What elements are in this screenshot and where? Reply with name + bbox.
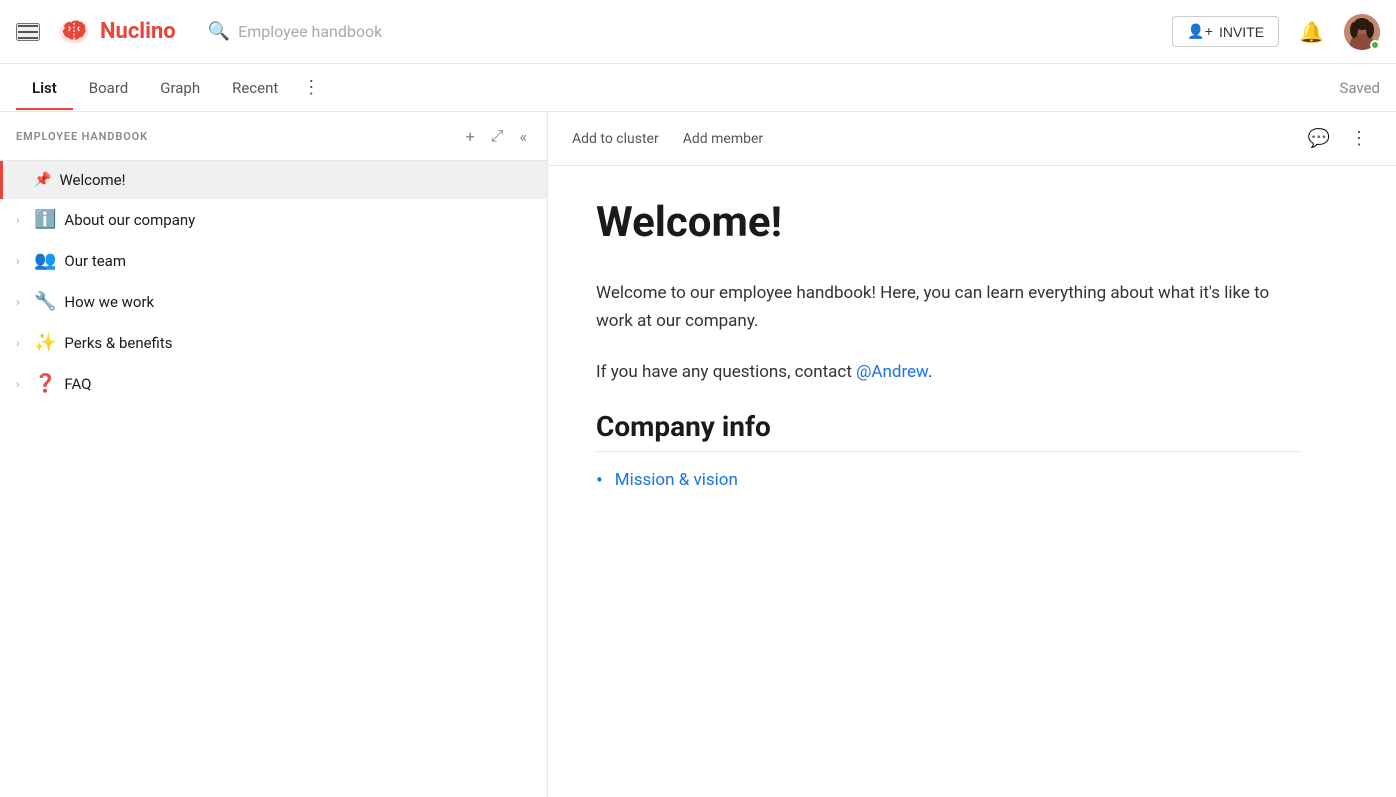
main-layout: EMPLOYEE HANDBOOK + ⤢ « 📌 Welcome! › ℹ️ …	[0, 112, 1396, 797]
logo-text: Nuclino	[100, 19, 176, 44]
comments-button[interactable]: 💬	[1304, 124, 1334, 153]
tabs-bar: List Board Graph Recent ⋮ Saved	[0, 64, 1396, 112]
sidebar-item-label: FAQ	[64, 375, 518, 393]
item-emoji: ❓	[34, 373, 56, 394]
search-placeholder: Employee handbook	[238, 22, 382, 41]
sidebar-item-label: About our company	[64, 211, 518, 229]
sidebar-item-how-we-work[interactable]: › 🔧 How we work ☐	[0, 281, 547, 322]
sidebar-item-label: How we work	[64, 293, 518, 311]
paragraph-2-prefix: If you have any questions, contact	[596, 362, 856, 382]
search-area: 🔍 Employee handbook	[208, 21, 708, 42]
mission-vision-item[interactable]: • Mission & vision	[596, 468, 1300, 492]
andrew-link[interactable]: @Andrew	[856, 362, 928, 382]
page-title: Welcome!	[596, 198, 1300, 248]
chevron-icon: ›	[16, 213, 28, 227]
chevron-icon: ›	[16, 295, 28, 309]
mission-vision-link[interactable]: Mission & vision	[615, 470, 738, 490]
add-to-cluster-button[interactable]: Add to cluster	[572, 127, 659, 151]
content-area: Add to cluster Add member 💬 ⋮ Welcome! W…	[548, 112, 1396, 797]
chevron-icon: ›	[16, 336, 28, 350]
bullet-dot: •	[596, 468, 603, 492]
add-person-icon: 👤+	[1187, 23, 1213, 40]
expand-button[interactable]: ⤢	[487, 124, 508, 148]
item-emoji: ✨	[34, 332, 56, 353]
sidebar: EMPLOYEE HANDBOOK + ⤢ « 📌 Welcome! › ℹ️ …	[0, 112, 548, 797]
content-toolbar-right: 💬 ⋮	[1304, 124, 1372, 153]
tabs-more-button[interactable]: ⋮	[294, 65, 328, 110]
saved-label: Saved	[1339, 79, 1380, 97]
sidebar-item-perks[interactable]: › ✨ Perks & benefits ☐	[0, 322, 547, 363]
paragraph-2-suffix: .	[928, 362, 932, 382]
logo[interactable]: Nuclino	[56, 14, 176, 50]
content-toolbar: Add to cluster Add member 💬 ⋮	[548, 112, 1396, 166]
sidebar-actions: + ⤢ «	[462, 124, 531, 148]
paragraph-2: If you have any questions, contact @Andr…	[596, 359, 1300, 386]
tab-recent[interactable]: Recent	[216, 67, 294, 109]
tab-board[interactable]: Board	[73, 67, 144, 109]
item-emoji: ℹ️	[34, 209, 56, 230]
add-member-button[interactable]: Add member	[683, 127, 763, 151]
search-icon: 🔍	[208, 21, 230, 42]
online-indicator	[1370, 40, 1380, 50]
collapse-button[interactable]: «	[515, 125, 531, 148]
sidebar-item-about[interactable]: › ℹ️ About our company ☐	[0, 199, 547, 240]
sidebar-item-welcome[interactable]: 📌 Welcome!	[0, 161, 547, 199]
sidebar-header: EMPLOYEE HANDBOOK + ⤢ «	[0, 112, 547, 161]
item-emoji: 🔧	[34, 291, 56, 312]
chevron-icon: ›	[16, 254, 28, 268]
tab-graph[interactable]: Graph	[144, 67, 216, 109]
paragraph-1: Welcome to our employee handbook! Here, …	[596, 280, 1300, 334]
item-emoji: 👥	[34, 250, 56, 271]
content-body: Welcome! Welcome to our employee handboo…	[548, 166, 1348, 524]
invite-button[interactable]: 👤+ INVITE	[1172, 16, 1279, 47]
sidebar-title: EMPLOYEE HANDBOOK	[16, 130, 148, 143]
sidebar-item-faq[interactable]: › ❓ FAQ ☐	[0, 363, 547, 404]
sidebar-item-label: Welcome!	[59, 171, 531, 189]
add-item-button[interactable]: +	[462, 125, 479, 148]
nav-right: 👤+ INVITE 🔔	[1172, 14, 1380, 50]
notification-bell-icon[interactable]: 🔔	[1299, 20, 1324, 44]
sidebar-item-label: Our team	[64, 252, 518, 270]
hamburger-button[interactable]	[16, 23, 40, 41]
sidebar-item-team[interactable]: › 👥 Our team ☐	[0, 240, 547, 281]
pin-icon: 📌	[34, 172, 51, 188]
tab-list[interactable]: List	[16, 67, 73, 109]
brain-logo-icon	[56, 14, 92, 50]
avatar-wrapper[interactable]	[1344, 14, 1380, 50]
more-options-button[interactable]: ⋮	[1346, 124, 1372, 153]
sidebar-item-label: Perks & benefits	[64, 334, 518, 352]
top-nav: Nuclino 🔍 Employee handbook 👤+ INVITE 🔔	[0, 0, 1396, 64]
company-info-heading: Company info	[596, 410, 1300, 452]
chevron-icon: ›	[16, 377, 28, 391]
sidebar-list: 📌 Welcome! › ℹ️ About our company ☐ › 👥 …	[0, 161, 547, 797]
invite-label: INVITE	[1219, 24, 1264, 40]
